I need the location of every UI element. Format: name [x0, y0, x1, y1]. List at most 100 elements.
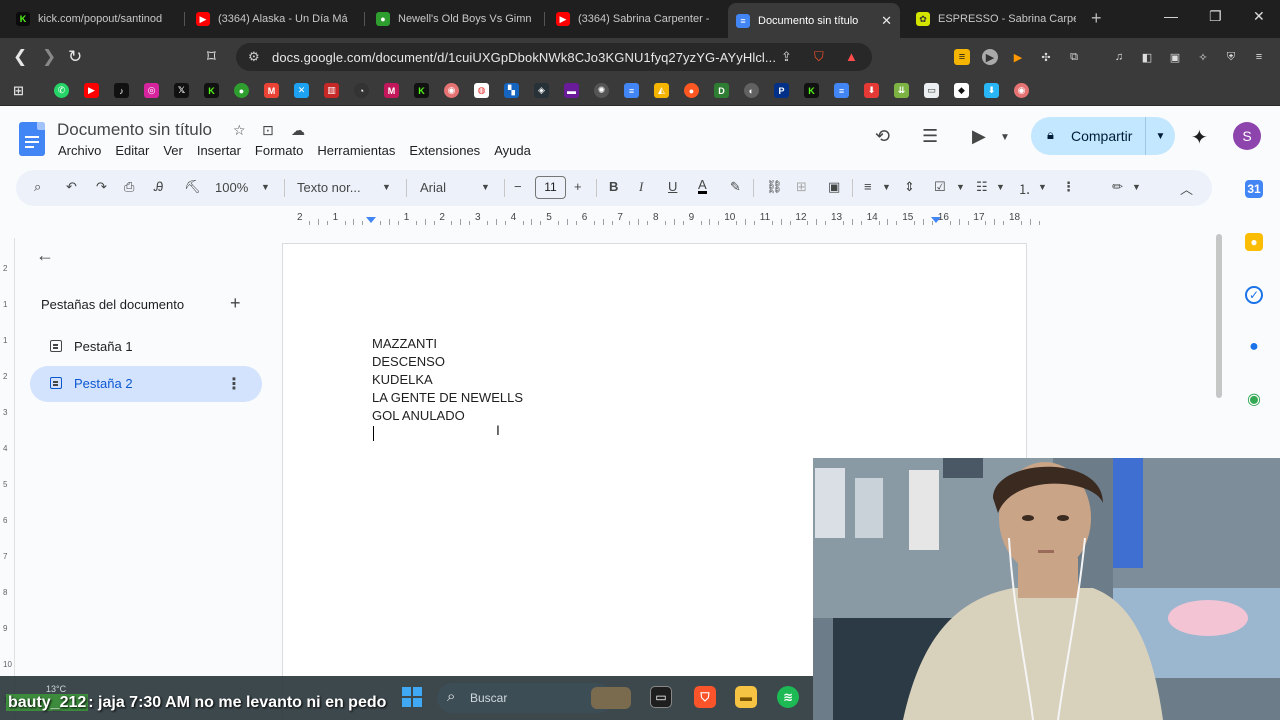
bookmark-icon[interactable]: ◔ [354, 83, 369, 98]
task-view-icon[interactable]: ▭ [650, 686, 672, 708]
increase-font-size-icon[interactable]: + [574, 179, 582, 194]
restore-icon[interactable]: ❐ [1209, 8, 1222, 25]
collapse-toolbar-icon[interactable]: ︿ [1180, 179, 1193, 198]
redo-icon[interactable]: ↷ [96, 179, 107, 195]
version-history-icon[interactable]: ⟲ [875, 126, 890, 147]
menu-editar[interactable]: Editar [115, 143, 149, 158]
font-size-input[interactable]: 11 [535, 176, 566, 199]
browser-tab-active[interactable]: ≡ Documento sin título ✕ [728, 3, 900, 38]
document-tab-selected[interactable]: Pestaña 2 ⋮ [30, 366, 262, 402]
brave-rewards-icon[interactable]: ▲ [845, 49, 858, 64]
document-title[interactable]: Documento sin título [57, 120, 212, 140]
paypal-icon[interactable]: P [774, 83, 789, 98]
download-icon[interactable]: ⬇ [864, 83, 879, 98]
gemini-icon[interactable]: ✦ [1191, 125, 1208, 150]
chevron-down-icon[interactable]: ▼ [261, 182, 270, 192]
chevron-down-icon[interactable]: ▼ [1000, 132, 1010, 143]
close-tab-icon[interactable]: ✕ [875, 13, 892, 29]
instagram-icon[interactable]: ◎ [144, 83, 159, 98]
kick-icon[interactable]: K [204, 83, 219, 98]
back-arrow-icon[interactable]: ← [36, 245, 54, 266]
soccer-icon[interactable]: ● [234, 83, 249, 98]
share-options-button[interactable]: ▼ [1145, 117, 1175, 155]
extension-icon[interactable]: ≡ [954, 49, 970, 65]
spellcheck-icon[interactable]: Ꭿ [154, 179, 163, 195]
kick-icon[interactable]: K [414, 83, 429, 98]
add-tab-icon[interactable]: + [230, 293, 241, 314]
decrease-font-size-icon[interactable]: − [514, 179, 522, 194]
extension-icon[interactable]: ▶ [1010, 49, 1026, 65]
print-icon[interactable]: ⎙ [124, 179, 134, 195]
menu-archivo[interactable]: Archivo [58, 143, 101, 158]
menu-insertar[interactable]: Insertar [197, 143, 241, 158]
undo-icon[interactable]: ↶ [66, 179, 77, 195]
bookmark-icon[interactable]: D [714, 83, 729, 98]
more-options-icon[interactable]: ⋮ [1062, 179, 1075, 195]
vertical-scrollbar[interactable] [1216, 234, 1222, 398]
add-comment-icon[interactable]: ⊞ [796, 179, 807, 195]
insert-image-icon[interactable]: ▣ [828, 179, 840, 195]
whatsapp-icon[interactable]: ✆ [54, 83, 69, 98]
chevron-down-icon[interactable]: ▼ [382, 182, 391, 192]
vpn-icon[interactable]: ⛨ [1223, 49, 1239, 65]
drive-icon[interactable]: ◭ [654, 83, 669, 98]
youtube-icon[interactable]: ▶ [84, 83, 99, 98]
reload-icon[interactable]: ↻ [68, 47, 82, 67]
bookmark-icon[interactable]: ▚ [504, 83, 519, 98]
browser-tab[interactable]: ✿ ESPRESSO - Sabrina Carpe [908, 5, 1084, 33]
bookmark-icon[interactable]: ◉ [444, 83, 459, 98]
docs-icon[interactable]: ≡ [624, 83, 639, 98]
italic-icon[interactable]: I [639, 179, 643, 195]
bookmark-icon[interactable]: ◐ [744, 83, 759, 98]
document-tab[interactable]: Pestaña 1 [30, 329, 262, 365]
align-icon[interactable]: ≡ [864, 179, 872, 194]
windows-start-icon[interactable] [402, 687, 422, 707]
font-select[interactable]: Arial [420, 180, 446, 195]
screenshot-icon[interactable]: ⧉ [1066, 49, 1082, 65]
bookmark-icon[interactable]: ⌑ [207, 47, 216, 67]
zoom-select[interactable]: 100% [215, 180, 248, 195]
underline-icon[interactable]: U [668, 179, 677, 194]
browser-tab[interactable]: ▶ (3364) Sabrina Carpenter - [548, 5, 724, 33]
bookmark-icon[interactable]: ▬ [564, 83, 579, 98]
calendar-icon[interactable]: 31 [1245, 180, 1263, 198]
contacts-icon[interactable]: ● [1245, 338, 1263, 356]
browser-tab[interactable]: ● Newell's Old Boys Vs Gimn [368, 5, 544, 33]
menu-herramientas[interactable]: Herramientas [317, 143, 395, 158]
tab-options-icon[interactable]: ⋮ [226, 374, 242, 394]
bookmark-icon[interactable]: ◈ [534, 83, 549, 98]
menu-ver[interactable]: Ver [163, 143, 183, 158]
checklist-icon[interactable]: ☑ [934, 179, 946, 195]
line-spacing-icon[interactable]: ⇕ [904, 179, 915, 195]
address-bar[interactable]: ⚙ docs.google.com/document/d/1cuiUXGpDbo… [236, 43, 872, 71]
paint-format-icon[interactable]: ⛏ [184, 179, 201, 195]
sidebar-icon[interactable]: ◧ [1139, 49, 1155, 65]
gmail-icon[interactable]: M [264, 83, 279, 98]
meet-icon[interactable]: ▶ [972, 126, 986, 147]
move-folder-icon[interactable]: ⊡ [262, 122, 274, 139]
editing-mode-icon[interactable]: ✏ [1112, 179, 1123, 195]
highlight-icon[interactable]: ✎ [730, 179, 741, 195]
chevron-down-icon[interactable]: ▼ [481, 182, 490, 192]
chevron-down-icon[interactable]: ▼ [882, 182, 891, 192]
media-icon[interactable]: ♫ [1111, 49, 1127, 65]
comments-icon[interactable]: ☰ [922, 126, 938, 147]
taskbar-search[interactable]: ⌕ Buscar [437, 683, 631, 713]
file-explorer-icon[interactable]: ▬ [735, 686, 757, 708]
bookmark-icon[interactable]: ◉ [1014, 83, 1029, 98]
site-settings-icon[interactable]: ⚙ [248, 49, 260, 65]
keep-icon[interactable]: ● [1245, 233, 1263, 251]
browser-tab[interactable]: ▶ (3364) Alaska - Un Día Má [188, 5, 364, 33]
brave-browser-icon[interactable]: ⛉ [694, 686, 716, 708]
x-icon[interactable]: 𝕏 [174, 83, 189, 98]
left-indent-marker[interactable] [366, 217, 376, 223]
bookmark-icon[interactable]: ● [684, 83, 699, 98]
bold-icon[interactable]: B [609, 179, 618, 194]
weather-widget[interactable]: 13°C [46, 684, 66, 694]
menu-formato[interactable]: Formato [255, 143, 303, 158]
search-menus-icon[interactable]: ⌕ [34, 179, 41, 195]
back-icon[interactable]: ❮ [13, 47, 27, 67]
wallet-icon[interactable]: ▣ [1167, 49, 1183, 65]
docs-logo-icon[interactable] [19, 122, 45, 156]
spotify-icon[interactable]: ≋ [777, 686, 799, 708]
